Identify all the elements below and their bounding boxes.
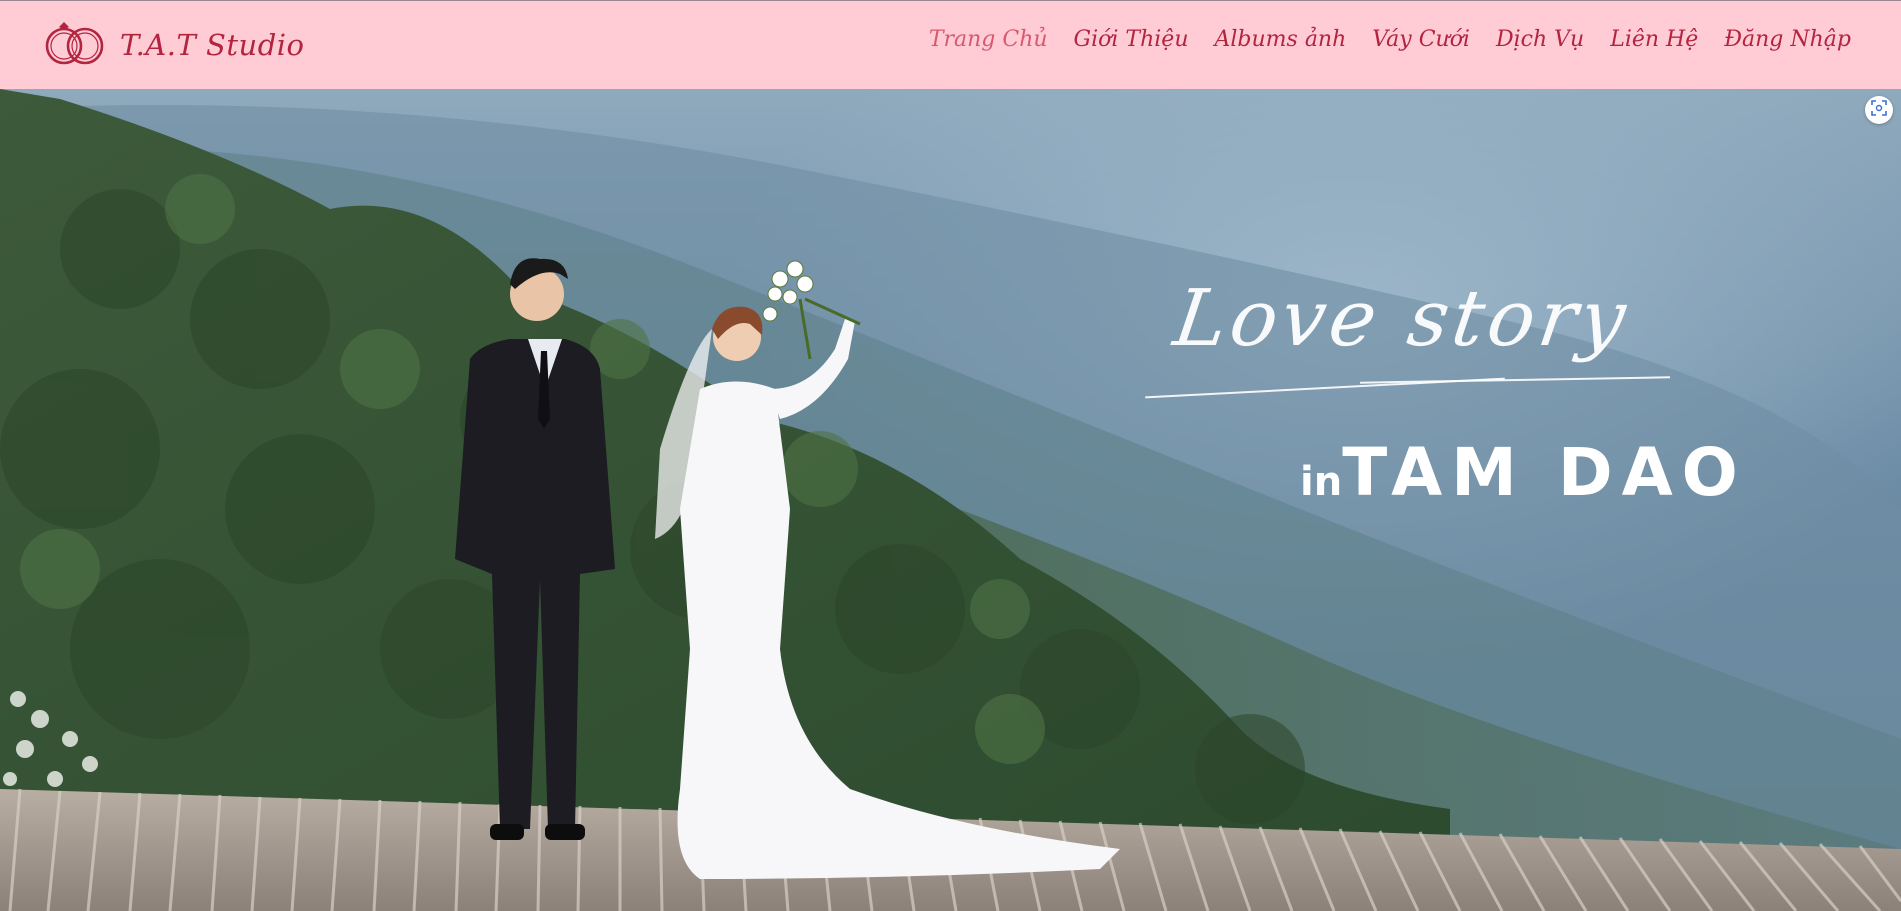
- site-header: T.A.T Studio Trang Chủ Giới Thiệu Albums…: [0, 0, 1901, 89]
- brand-name: T.A.T Studio: [120, 28, 305, 62]
- screen-capture-button[interactable]: [1865, 96, 1893, 124]
- hero-title: Love story inTAM DAO: [1145, 239, 1738, 511]
- brand-logo-link[interactable]: T.A.T Studio: [40, 19, 305, 71]
- hero-place-text: TAM DAO: [1342, 434, 1747, 511]
- hero-script-flourish: [1360, 376, 1670, 384]
- hero-in-text: in: [1300, 459, 1343, 505]
- nav-item-about[interactable]: Giới Thiệu: [1074, 27, 1189, 52]
- wedding-rings-icon: [40, 18, 110, 72]
- hero-script-text: Love story: [1168, 274, 1635, 364]
- main-nav: Trang Chủ Giới Thiệu Albums ảnh Váy Cưới…: [929, 27, 1851, 52]
- nav-item-services[interactable]: Dịch Vụ: [1496, 27, 1584, 52]
- nav-item-contact[interactable]: Liên Hệ: [1610, 27, 1698, 52]
- nav-item-login[interactable]: Đăng Nhập: [1724, 27, 1851, 52]
- nav-item-wedding-dresses[interactable]: Váy Cưới: [1372, 27, 1470, 52]
- nav-item-albums[interactable]: Albums ảnh: [1215, 27, 1347, 52]
- hero-subtitle: inTAM DAO: [1300, 434, 1747, 511]
- screen-capture-icon: [1871, 100, 1887, 120]
- hero-banner: Love story inTAM DAO: [0, 89, 1901, 911]
- nav-item-home[interactable]: Trang Chủ: [929, 27, 1048, 52]
